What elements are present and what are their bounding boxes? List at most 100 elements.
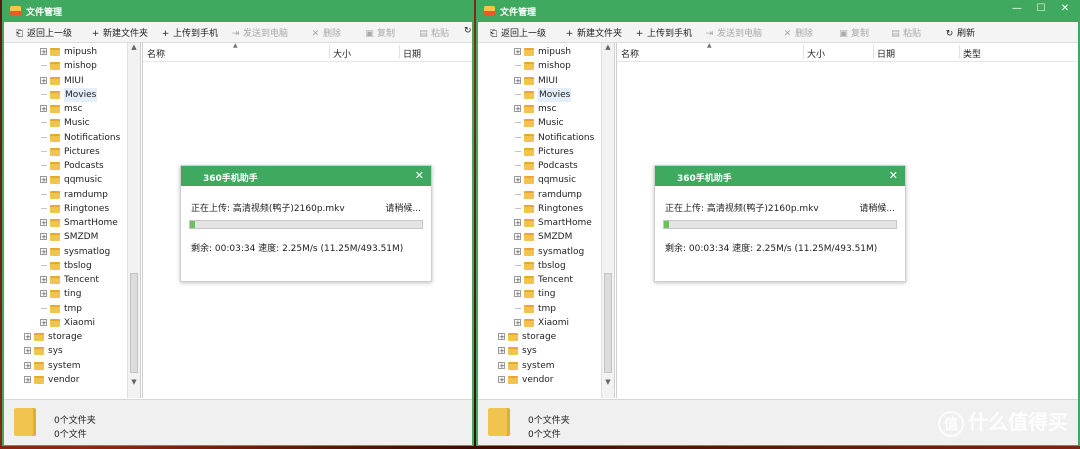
tree-item-xiaomi[interactable]: + Xiaomi — [478, 316, 602, 330]
tree-item-ting[interactable]: + ting — [4, 287, 128, 301]
copy-button[interactable]: ▣ 复制 — [364, 26, 395, 39]
expand-icon[interactable]: + — [498, 333, 505, 341]
tree-item-pictures[interactable]: Pictures — [478, 145, 602, 159]
scroll-down-icon[interactable]: ▼ — [602, 378, 614, 386]
scrollbar-thumb[interactable] — [604, 273, 612, 373]
expand-icon[interactable]: + — [514, 76, 521, 84]
tree-item-smzdm[interactable]: + SMZDM — [478, 230, 602, 244]
paste-button[interactable]: ▤ 粘贴 — [890, 26, 921, 39]
tree-item-pictures[interactable]: Pictures — [4, 145, 128, 159]
tree-item-podcasts[interactable]: Podcasts — [478, 159, 602, 173]
tree-item-qqmusic[interactable]: + qqmusic — [4, 173, 128, 187]
expand-icon[interactable]: + — [514, 105, 521, 113]
tree-item-msc[interactable]: + msc — [4, 102, 128, 116]
tree-item-sys[interactable]: + sys — [4, 344, 128, 358]
new-folder-button[interactable]: + 新建文件夹 — [90, 26, 148, 39]
tree-item-ringtones[interactable]: Ringtones — [478, 202, 602, 216]
expand-icon[interactable]: + — [514, 290, 521, 298]
expand-icon[interactable]: + — [40, 176, 47, 184]
tree-item-miui[interactable]: + MIUI — [4, 74, 128, 88]
expand-icon[interactable]: + — [514, 318, 521, 326]
close-icon[interactable]: ✕ — [415, 169, 424, 182]
column-date[interactable]: 日期 — [877, 47, 895, 60]
send-to-pc-button[interactable]: ⇥ 发送到电脑 — [230, 26, 288, 39]
tree-item-sysmatlog[interactable]: + sysmatlog — [4, 245, 128, 259]
tree-item-tencent[interactable]: + Tencent — [478, 273, 602, 287]
tree-item-notifications[interactable]: Notifications — [4, 131, 128, 145]
delete-button[interactable]: ✕ 删除 — [310, 26, 341, 39]
expand-icon[interactable]: + — [514, 219, 521, 227]
minimize-icon[interactable]: — — [1010, 3, 1024, 14]
new-folder-button[interactable]: + 新建文件夹 — [564, 26, 622, 39]
expand-icon[interactable]: + — [24, 361, 31, 369]
expand-icon[interactable]: + — [514, 276, 521, 284]
tree-item-notifications[interactable]: Notifications — [478, 131, 602, 145]
tree-item-music[interactable]: Music — [478, 116, 602, 130]
expand-icon[interactable]: + — [40, 219, 47, 227]
tree-scrollbar[interactable]: ▲ ▼ — [601, 43, 614, 398]
expand-icon[interactable]: + — [40, 105, 47, 113]
refresh-icon[interactable]: ↻ — [464, 26, 472, 36]
scrollbar-thumb[interactable] — [130, 273, 138, 373]
copy-button[interactable]: ▣ 复制 — [838, 26, 869, 39]
tree-item-vendor[interactable]: + vendor — [4, 373, 128, 387]
expand-icon[interactable]: + — [514, 233, 521, 241]
delete-button[interactable]: ✕ 删除 — [782, 26, 813, 39]
dialog-header[interactable]: 360手机助手 ✕ — [655, 166, 905, 186]
tree-item-system[interactable]: + system — [478, 359, 602, 373]
scroll-down-icon[interactable]: ▼ — [128, 378, 140, 386]
column-size[interactable]: 大小 — [807, 47, 825, 60]
tree-item-music[interactable]: Music — [4, 116, 128, 130]
tree-item-movies[interactable]: Movies — [478, 87, 602, 102]
expand-icon[interactable]: + — [514, 176, 521, 184]
refresh-button[interactable]: ↻ 刷新 — [944, 26, 975, 39]
tree-item-tbslog[interactable]: tbslog — [478, 259, 602, 273]
tree-item-storage[interactable]: + storage — [4, 330, 128, 344]
column-name[interactable]: 名称 — [621, 47, 639, 60]
expand-icon[interactable]: + — [40, 76, 47, 84]
paste-button[interactable]: ▤ 粘贴 — [418, 26, 449, 39]
scroll-up-icon[interactable]: ▲ — [128, 43, 140, 51]
expand-icon[interactable]: + — [498, 361, 505, 369]
tree-item-mishop[interactable]: mishop — [478, 59, 602, 73]
back-button[interactable]: ⎗ 返回上一级 — [14, 26, 72, 39]
title-bar[interactable]: 文件管理 — [4, 0, 472, 22]
tree-item-miui[interactable]: + MIUI — [478, 74, 602, 88]
tree-item-xiaomi[interactable]: + Xiaomi — [4, 316, 128, 330]
tree-item-smarthome[interactable]: + SmartHome — [4, 216, 128, 230]
expand-icon[interactable]: + — [24, 347, 31, 355]
tree-item-vendor[interactable]: + vendor — [478, 373, 602, 387]
tree-item-tbslog[interactable]: tbslog — [4, 259, 128, 273]
tree-item-mipush[interactable]: + mipush — [4, 45, 128, 59]
upload-button[interactable]: + 上传到手机 — [160, 26, 218, 39]
expand-icon[interactable]: + — [40, 247, 47, 255]
column-size[interactable]: 大小 — [333, 47, 351, 60]
tree-item-ringtones[interactable]: Ringtones — [4, 202, 128, 216]
tree-scrollbar[interactable]: ▲ ▼ — [127, 43, 140, 398]
title-bar[interactable]: 文件管理 — ☐ ✕ — [478, 0, 1078, 22]
upload-button[interactable]: + 上传到手机 — [634, 26, 692, 39]
tree-item-tmp[interactable]: tmp — [478, 302, 602, 316]
tree-item-sysmatlog[interactable]: + sysmatlog — [478, 245, 602, 259]
column-type[interactable]: 类型 — [963, 47, 981, 60]
tree-item-smzdm[interactable]: + SMZDM — [4, 230, 128, 244]
expand-icon[interactable]: + — [514, 247, 521, 255]
tree-item-qqmusic[interactable]: + qqmusic — [478, 173, 602, 187]
expand-icon[interactable]: + — [40, 290, 47, 298]
column-date[interactable]: 日期 — [403, 47, 421, 60]
expand-icon[interactable]: + — [40, 276, 47, 284]
tree-item-ting[interactable]: + ting — [478, 287, 602, 301]
tree-item-smarthome[interactable]: + SmartHome — [478, 216, 602, 230]
tree-item-mipush[interactable]: + mipush — [478, 45, 602, 59]
back-button[interactable]: ⎗ 返回上一级 — [488, 26, 546, 39]
column-name[interactable]: 名称 — [147, 47, 165, 60]
maximize-icon[interactable]: ☐ — [1034, 3, 1048, 14]
send-to-pc-button[interactable]: ⇥ 发送到电脑 — [704, 26, 762, 39]
tree-item-podcasts[interactable]: Podcasts — [4, 159, 128, 173]
dialog-header[interactable]: 360手机助手 ✕ — [181, 166, 431, 186]
tree-item-msc[interactable]: + msc — [478, 102, 602, 116]
scroll-up-icon[interactable]: ▲ — [602, 43, 614, 51]
expand-icon[interactable]: + — [498, 375, 505, 383]
close-icon[interactable]: ✕ — [1058, 3, 1072, 14]
tree-item-ramdump[interactable]: ramdump — [478, 188, 602, 202]
